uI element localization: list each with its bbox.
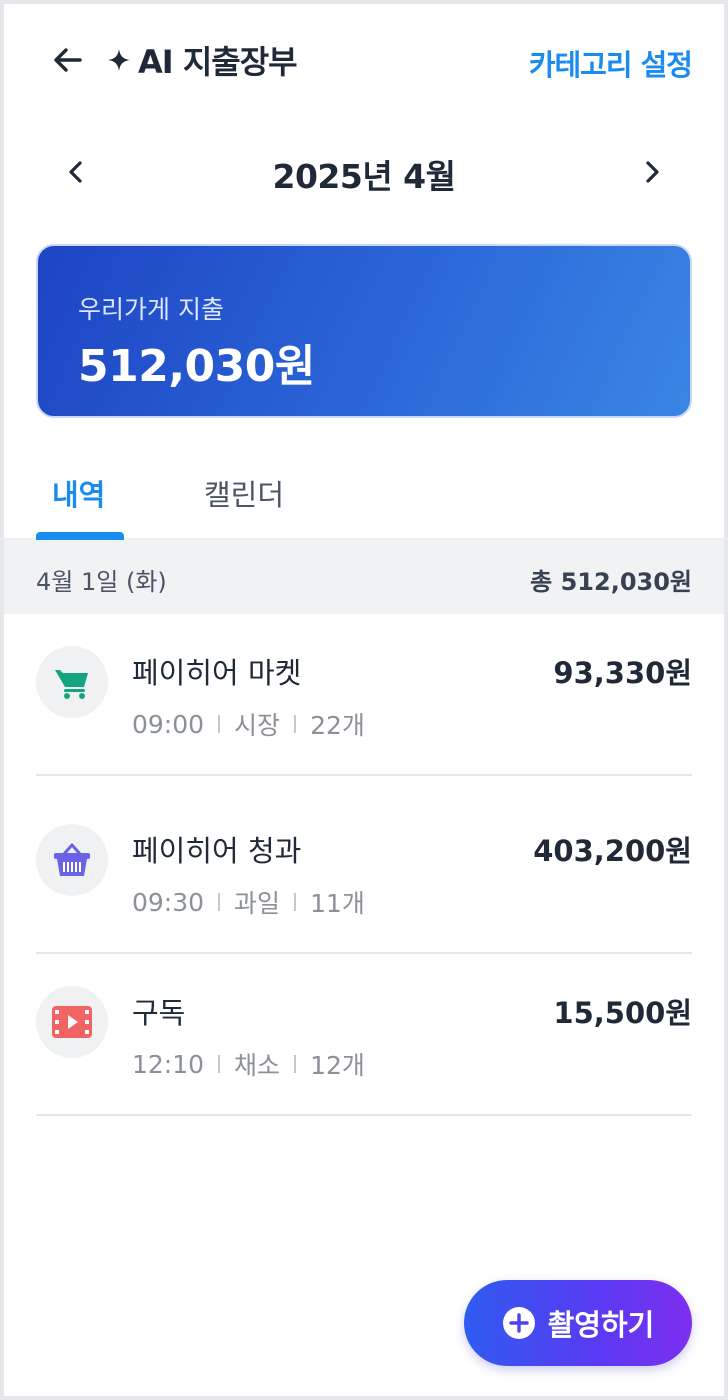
expense-summary-card: 우리가게 지출 512,030원: [36, 244, 692, 418]
item-icon-circle: [36, 646, 108, 718]
month-navigator: 2025년 4월: [0, 142, 728, 202]
meta-divider: [294, 893, 297, 911]
tab-history[interactable]: 내역: [52, 472, 105, 514]
item-name: 페이히어 청과: [132, 834, 302, 868]
item-meta: 09:30 과일 11개: [132, 884, 365, 920]
list-item[interactable]: 페이히어 마켓 93,330원 09:00 시장 22개: [36, 614, 692, 776]
item-amount: 403,200원: [533, 834, 692, 868]
month-label: 2025년 4월: [272, 157, 456, 196]
header: AI 지출장부 카테고리 설정: [0, 30, 728, 92]
list-item[interactable]: 구독 15,500원 12:10 채소 12개: [36, 954, 692, 1116]
cart-icon: [55, 670, 88, 699]
item-category: 과일: [234, 889, 281, 918]
plus-circle-icon: [502, 1307, 535, 1339]
item-meta: 09:00 시장 22개: [132, 706, 365, 742]
sparkle-icon: [108, 49, 130, 71]
item-time: 09:00: [132, 709, 205, 739]
arrow-left-icon: [54, 48, 82, 72]
item-count: 11개: [310, 889, 365, 918]
item-category: 채소: [234, 1051, 281, 1080]
category-settings-link[interactable]: 카테고리 설정: [529, 42, 693, 84]
date-total: 총 512,030원: [530, 568, 692, 596]
item-amount: 15,500원: [553, 996, 692, 1030]
item-icon-circle: [36, 824, 108, 896]
meta-divider: [294, 715, 297, 733]
item-time: 09:30: [132, 887, 205, 917]
list-item[interactable]: 페이히어 청과 403,200원 09:30 과일 11개: [36, 776, 692, 954]
app-title: AI 지출장부: [106, 38, 298, 82]
date-label: 4월 1일 (화): [36, 568, 167, 596]
meta-divider: [218, 893, 221, 911]
meta-divider: [294, 1055, 297, 1073]
back-button[interactable]: [48, 40, 88, 80]
item-time: 12:10: [132, 1049, 205, 1079]
item-icon-circle: [36, 986, 108, 1058]
meta-divider: [218, 1055, 221, 1073]
summary-label: 우리가게 지출: [78, 295, 224, 324]
item-amount: 93,330원: [553, 656, 692, 690]
meta-divider: [218, 715, 221, 733]
tab-bar: 내역 캘린더: [0, 456, 728, 540]
item-name: 구독: [132, 996, 186, 1030]
date-group-header: 4월 1일 (화) 총 512,030원: [4, 540, 724, 614]
item-name: 페이히어 마켓: [132, 656, 302, 690]
video-icon: [52, 1006, 92, 1038]
capture-button[interactable]: 촬영하기: [464, 1280, 692, 1366]
chevron-right-icon: [646, 161, 659, 183]
item-category: 시장: [234, 711, 281, 740]
capture-button-label: 촬영하기: [547, 1308, 655, 1342]
next-month-button[interactable]: [632, 152, 672, 192]
item-count: 12개: [310, 1051, 365, 1080]
app-title-text: AI 지출장부: [138, 43, 298, 81]
basket-icon: [54, 843, 90, 876]
tab-calendar[interactable]: 캘린더: [204, 472, 284, 514]
item-meta: 12:10 채소 12개: [132, 1046, 365, 1082]
item-count: 22개: [310, 711, 365, 740]
active-tab-indicator: [36, 532, 124, 540]
summary-amount: 512,030원: [78, 341, 315, 392]
